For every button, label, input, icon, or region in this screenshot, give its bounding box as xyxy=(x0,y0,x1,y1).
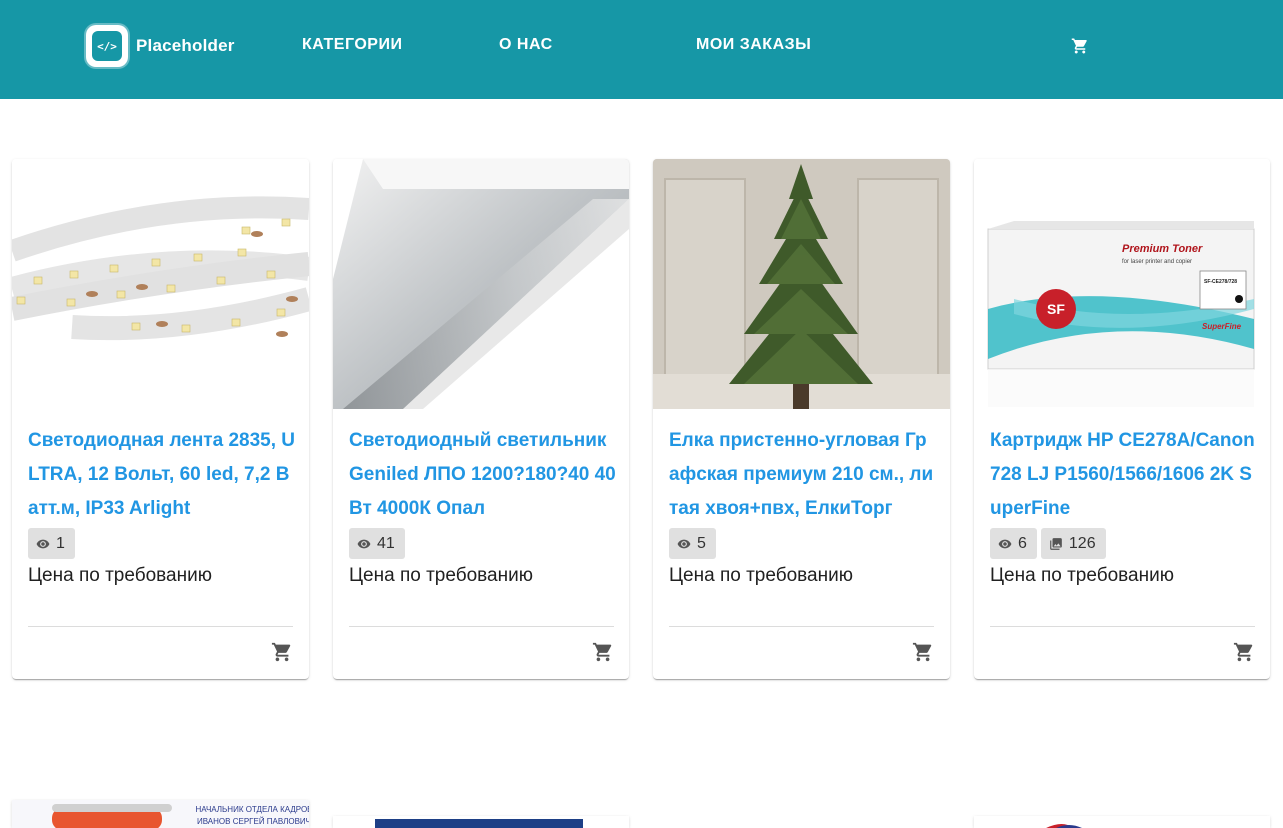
pages-chip: 126 xyxy=(1040,528,1106,559)
views-count: 41 xyxy=(377,534,395,552)
top-app-bar: </> Placeholder КАТЕГОРИИ О НАС МОИ ЗАКА… xyxy=(0,0,1283,99)
product-card-partial[interactable] xyxy=(333,816,629,828)
cart-icon[interactable] xyxy=(1071,37,1089,55)
card-divider xyxy=(349,626,614,627)
add-to-cart-icon[interactable] xyxy=(1233,641,1255,663)
views-count: 1 xyxy=(56,534,65,552)
pages-count: 126 xyxy=(1068,534,1096,552)
product-stats: 5 xyxy=(669,528,716,559)
svg-text:for laser printer and copier: for laser printer and copier xyxy=(1122,259,1192,265)
views-count: 5 xyxy=(697,534,706,552)
card-divider xyxy=(28,626,293,627)
product-stats: 6 126 xyxy=(990,528,1106,559)
views-chip: 5 xyxy=(669,528,716,559)
views-chip: 1 xyxy=(28,528,75,559)
nav-link-categories[interactable]: КАТЕГОРИИ xyxy=(302,36,402,54)
product-title[interactable]: Светодиодная лента 2835, ULTRA, 12 Вольт… xyxy=(28,424,296,526)
eye-icon xyxy=(677,539,691,548)
product-image-luminaire[interactable] xyxy=(333,159,629,409)
product-card[interactable]: Светодиодная лента 2835, ULTRA, 12 Вольт… xyxy=(12,159,309,679)
product-title[interactable]: Елка пристенно-угловая Графская премиум … xyxy=(669,424,937,526)
product-stats: 1 xyxy=(28,528,75,559)
eye-icon xyxy=(36,539,50,548)
product-image-christmas-tree[interactable] xyxy=(653,159,950,409)
logo-icon: </> xyxy=(86,25,128,67)
product-title[interactable]: Светодиодный светильник Geniled ЛПО 1200… xyxy=(349,424,617,526)
nav-link-my-orders[interactable]: МОИ ЗАКАЗЫ xyxy=(696,36,811,54)
product-image-led-strip[interactable] xyxy=(12,159,309,409)
add-to-cart-icon[interactable] xyxy=(592,641,614,663)
product-card[interactable]: SF Premium Toner for laser printer and c… xyxy=(974,159,1270,679)
svg-text:Premium Toner: Premium Toner xyxy=(1122,243,1203,255)
views-chip: 41 xyxy=(349,528,405,559)
product-card[interactable]: Елка пристенно-угловая Графская премиум … xyxy=(653,159,950,679)
product-price: Цена по требованию xyxy=(990,565,1174,586)
svg-text:ИВАНОВ СЕРГЕЙ ПАВЛОВИЧ: ИВАНОВ СЕРГЕЙ ПАВЛОВИЧ xyxy=(197,817,309,826)
svg-text:SuperFine: SuperFine xyxy=(1202,322,1242,331)
product-image-toner-box[interactable]: SF Premium Toner for laser printer and c… xyxy=(974,159,1270,409)
views-chip: 6 xyxy=(990,528,1037,559)
card-divider xyxy=(669,626,934,627)
code-icon: </> xyxy=(92,31,122,61)
svg-text:SF: SF xyxy=(1047,301,1065,317)
product-price: Цена по требованию xyxy=(669,565,853,586)
eye-icon xyxy=(998,539,1012,548)
card-divider xyxy=(990,626,1255,627)
add-to-cart-icon[interactable] xyxy=(912,641,934,663)
views-count: 6 xyxy=(1018,534,1027,552)
logo[interactable]: </> Placeholder xyxy=(86,24,246,68)
logo-text: Placeholder xyxy=(136,36,235,55)
add-to-cart-icon[interactable] xyxy=(271,641,293,663)
product-title[interactable]: Картридж HP CE278A/Canon 728 LJ P1560/15… xyxy=(990,424,1258,526)
product-card-partial[interactable]: НАЧАЛЬНИК ОТДЕЛА КАДРОВ ИВАНОВ СЕРГЕЙ ПА… xyxy=(12,800,309,828)
product-card-partial[interactable] xyxy=(974,816,1270,828)
eye-icon xyxy=(357,539,371,548)
product-price: Цена по требованию xyxy=(28,565,212,586)
product-card[interactable]: Светодиодный светильник Geniled ЛПО 1200… xyxy=(333,159,629,679)
nav-link-about[interactable]: О НАС xyxy=(499,36,553,54)
svg-text:НАЧАЛЬНИК ОТДЕЛА КАДРОВ: НАЧАЛЬНИК ОТДЕЛА КАДРОВ xyxy=(195,805,309,814)
svg-text:SF-CE278/728: SF-CE278/728 xyxy=(1204,279,1237,285)
photos-icon xyxy=(1050,537,1062,550)
product-price: Цена по требованию xyxy=(349,565,533,586)
product-stats: 41 xyxy=(349,528,405,559)
